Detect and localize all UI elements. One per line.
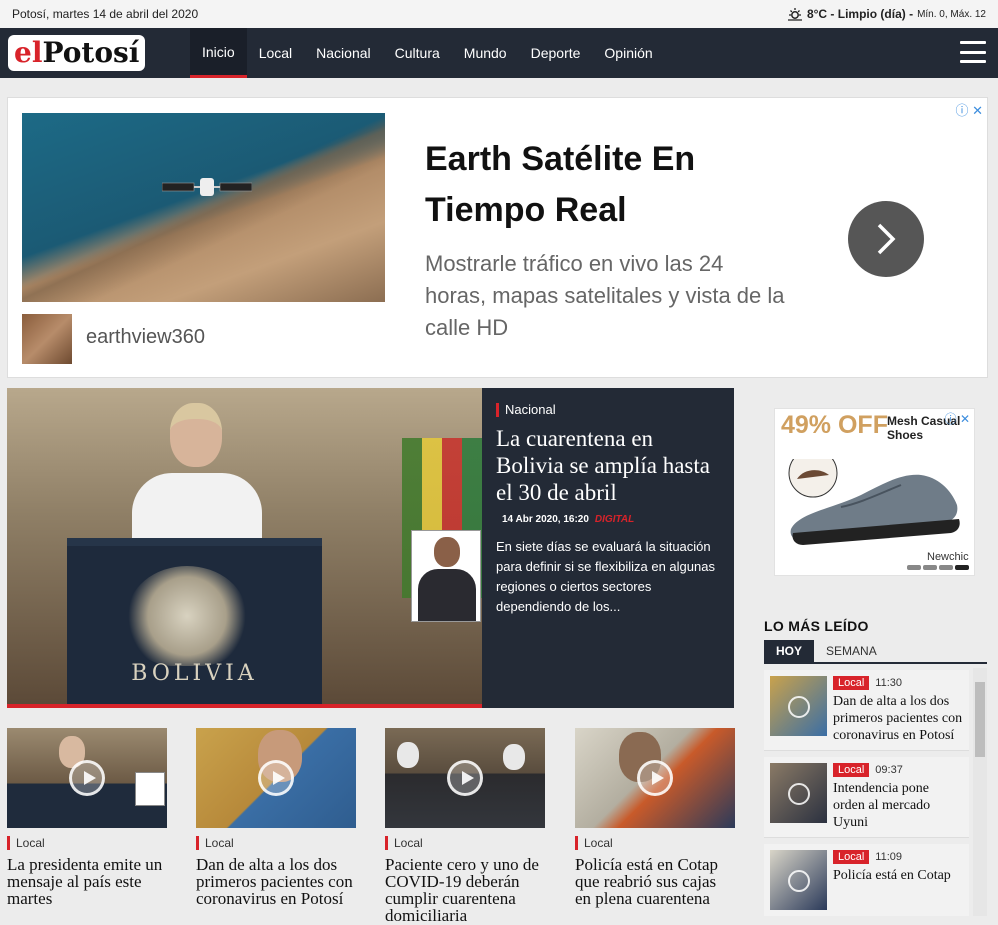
sun-icon bbox=[787, 8, 802, 21]
ad-info-close-icon[interactable]: ⓘ ✕ bbox=[945, 410, 970, 427]
item-time: 11:09 bbox=[875, 851, 903, 863]
card-title[interactable]: La presidenta emite un mensaje al país e… bbox=[7, 856, 167, 907]
play-icon bbox=[637, 760, 673, 796]
news-card[interactable]: Local Dan de alta a los dos primeros pac… bbox=[196, 728, 356, 907]
card-title[interactable]: Policía está en Cotap que reabrió sus ca… bbox=[575, 856, 735, 907]
podium-text: BOLIVIA bbox=[131, 661, 258, 686]
news-card[interactable]: Local La presidenta emite un mensaje al … bbox=[7, 728, 167, 907]
shoe-graphic bbox=[788, 459, 960, 545]
play-icon bbox=[69, 760, 105, 796]
item-category-badge[interactable]: Local bbox=[833, 676, 870, 690]
site-logo[interactable]: el Potosí bbox=[0, 28, 190, 78]
hero-photo: BOLIVIA bbox=[7, 388, 482, 704]
logo-name: Potosí bbox=[42, 36, 140, 69]
most-read-tabs: HOY SEMANA bbox=[764, 640, 987, 664]
item-category-badge[interactable]: Local bbox=[833, 763, 870, 777]
item-time: 11:30 bbox=[875, 677, 903, 689]
main-navigation: el Potosí Inicio Local Nacional Cultura M… bbox=[0, 28, 998, 78]
card-category[interactable]: Local bbox=[7, 836, 167, 850]
hero-lead: En siete días se evaluará la situación p… bbox=[496, 539, 715, 614]
news-card[interactable]: Local Paciente cero y uno de COVID-19 de… bbox=[385, 728, 545, 924]
item-title[interactable]: Policía está en Cotap bbox=[833, 867, 951, 884]
card-thumbnail[interactable] bbox=[575, 728, 735, 828]
item-thumbnail bbox=[770, 850, 827, 910]
card-category[interactable]: Local bbox=[385, 836, 545, 850]
list-item[interactable]: Local 11:09 Policía está en Cotap bbox=[764, 844, 969, 916]
scrollbar[interactable] bbox=[973, 668, 987, 916]
color-swatches bbox=[907, 565, 969, 570]
item-title[interactable]: Intendencia pone orden al mercado Uyuni bbox=[833, 780, 963, 831]
ad-info-close-icon[interactable]: ⓘ ✕ bbox=[955, 100, 983, 119]
play-icon bbox=[788, 870, 810, 892]
top-bar: Potosí, martes 14 de abril del 2020 8°C … bbox=[0, 0, 998, 28]
podium: BOLIVIA bbox=[67, 538, 322, 704]
top-advertisement[interactable]: earthview360 Earth Satélite En Tiempo Re… bbox=[7, 97, 988, 378]
nav-item-inicio[interactable]: Inicio bbox=[190, 28, 247, 78]
hero-source: DIGITAL bbox=[594, 514, 635, 525]
nav-item-opinion[interactable]: Opinión bbox=[592, 28, 664, 78]
most-read-list: Local 11:30 Dan de alta a los dos primero… bbox=[764, 664, 987, 916]
item-title[interactable]: Dan de alta a los dos primeros pacientes… bbox=[833, 693, 963, 744]
nav-item-local[interactable]: Local bbox=[247, 28, 304, 78]
card-thumbnail[interactable] bbox=[196, 728, 356, 828]
news-card[interactable]: Local Policía está en Cotap que reabrió … bbox=[575, 728, 735, 907]
most-read-heading: LO MÁS LEÍDO bbox=[764, 618, 869, 634]
item-thumbnail bbox=[770, 676, 827, 736]
tab-hoy[interactable]: HOY bbox=[764, 640, 815, 662]
nav-item-mundo[interactable]: Mundo bbox=[452, 28, 519, 78]
advertiser-name: earthview360 bbox=[86, 326, 205, 348]
item-thumbnail bbox=[770, 763, 827, 823]
card-title[interactable]: Dan de alta a los dos primeros pacientes… bbox=[196, 856, 356, 907]
nav-item-nacional[interactable]: Nacional bbox=[304, 28, 382, 78]
ad-description: Mostrarle tráfico en vivo las 24 horas, … bbox=[425, 251, 785, 340]
hero-title[interactable]: La cuarentena en Bolivia se amplía hasta… bbox=[496, 425, 726, 506]
nav-item-cultura[interactable]: Cultura bbox=[383, 28, 452, 78]
ad-brand: Newchic bbox=[927, 551, 969, 563]
list-item[interactable]: Local 09:37 Intendencia pone orden al mer… bbox=[764, 757, 969, 838]
hero-article[interactable]: BOLIVIA Nacional La cuarentena en Bolivi… bbox=[7, 388, 734, 708]
weather-widget: 8°C - Limpio (día) - Mín. 0, Máx. 12 bbox=[787, 7, 986, 21]
current-date: Potosí, martes 14 de abril del 2020 bbox=[12, 7, 199, 21]
play-icon bbox=[788, 783, 810, 805]
card-thumbnail[interactable] bbox=[7, 728, 167, 828]
logo-prefix: el bbox=[14, 36, 43, 69]
news-cards: Local La presidenta emite un mensaje al … bbox=[7, 728, 737, 924]
card-category[interactable]: Local bbox=[575, 836, 735, 850]
play-icon bbox=[447, 760, 483, 796]
weather-min-max: Mín. 0, Máx. 12 bbox=[917, 8, 986, 20]
speaker-figure bbox=[132, 403, 262, 553]
play-icon bbox=[258, 760, 294, 796]
card-title[interactable]: Paciente cero y uno de COVID-19 deberán … bbox=[385, 856, 545, 924]
item-time: 09:37 bbox=[875, 764, 903, 776]
chevron-right-icon bbox=[877, 223, 896, 255]
hero-meta: 14 Abr 2020, 16:20 DIGITAL bbox=[496, 514, 726, 525]
hero-accent-bar bbox=[7, 704, 482, 708]
scrollbar-thumb[interactable] bbox=[975, 682, 985, 757]
coat-of-arms bbox=[127, 566, 247, 666]
most-read-widget: LO MÁS LEÍDO HOY SEMANA Local 11:30 Dan d… bbox=[764, 618, 987, 916]
item-category-badge[interactable]: Local bbox=[833, 850, 870, 864]
satellite-image bbox=[22, 113, 385, 302]
hamburger-menu-icon[interactable] bbox=[960, 41, 986, 63]
card-thumbnail[interactable] bbox=[385, 728, 545, 828]
card-category[interactable]: Local bbox=[196, 836, 356, 850]
hero-category[interactable]: Nacional bbox=[496, 402, 726, 417]
nav-item-deporte[interactable]: Deporte bbox=[519, 28, 593, 78]
sign-language-interpreter-inset bbox=[411, 530, 481, 622]
spacecraft-graphic bbox=[162, 178, 252, 196]
hero-date: 14 Abr 2020, 16:20 bbox=[502, 514, 589, 525]
side-advertisement[interactable]: 49% OFF Mesh Casual Shoes Newchic ⓘ ✕ bbox=[774, 408, 975, 576]
ad-title[interactable]: Earth Satélite En Tiempo Real bbox=[425, 134, 765, 236]
ad-next-arrow-button[interactable] bbox=[848, 201, 924, 277]
tab-semana[interactable]: SEMANA bbox=[814, 640, 889, 662]
weather-summary: 8°C - Limpio (día) - bbox=[806, 7, 914, 21]
nav-menu: Inicio Local Nacional Cultura Mundo Depo… bbox=[190, 28, 665, 78]
play-icon bbox=[788, 696, 810, 718]
list-item[interactable]: Local 11:30 Dan de alta a los dos primero… bbox=[764, 670, 969, 751]
hero-text: Nacional La cuarentena en Bolivia se amp… bbox=[496, 402, 726, 617]
ad-discount: 49% OFF bbox=[781, 411, 888, 439]
advertiser-thumbnail bbox=[22, 314, 72, 364]
